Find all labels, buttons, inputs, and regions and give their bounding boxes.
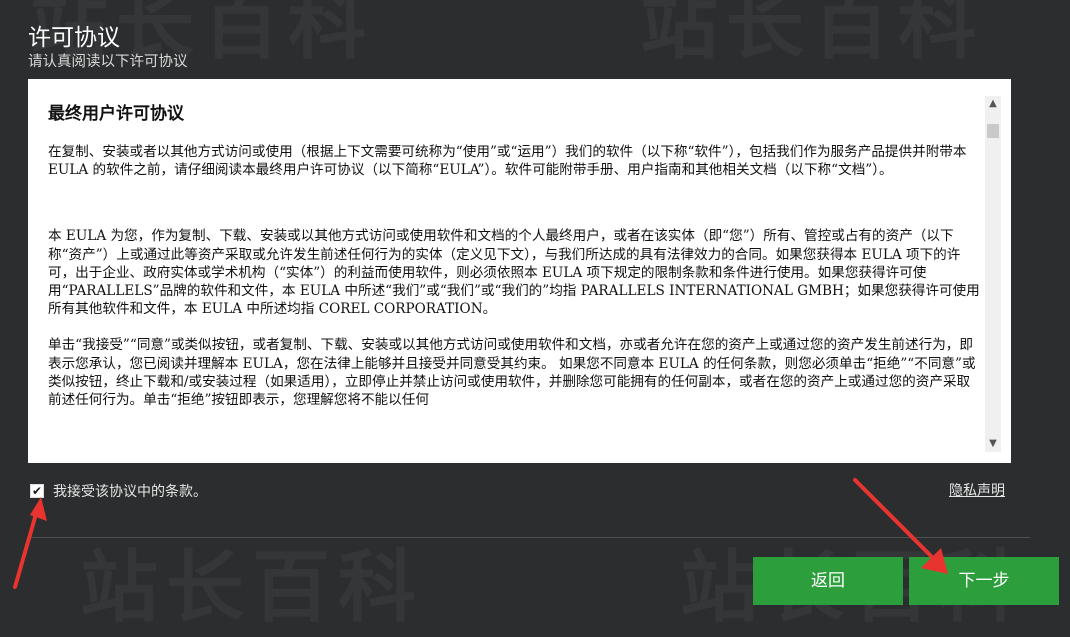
next-button[interactable]: 下一步 xyxy=(909,557,1059,605)
privacy-statement-link[interactable]: 隐私声明 xyxy=(949,480,1005,500)
license-document: 最终用户许可协议 在复制、安装或者以其他方式访问或使用（根据上下文需要可统称为“… xyxy=(48,103,980,409)
scroll-down-icon[interactable]: ▼ xyxy=(985,436,1001,452)
back-button[interactable]: 返回 xyxy=(753,557,903,605)
watermark-text: 站长百科 xyxy=(640,0,984,74)
accept-terms-checkbox[interactable]: ✔ 我接受该协议中的条款。 xyxy=(30,481,207,501)
license-paragraph: 本 EULA 为您，作为复制、下载、安装或以其他方式访问或使用软件和文档的个人最… xyxy=(48,228,980,318)
divider xyxy=(30,537,1030,538)
scroll-up-icon[interactable]: ▲ xyxy=(985,96,1001,112)
page-title: 许可协议 xyxy=(28,25,120,51)
page-subtitle: 请认真阅读以下许可协议 xyxy=(28,54,188,70)
license-paragraph: 在复制、安装或者以其他方式访问或使用（根据上下文需要可统称为“使用”或“运用”）… xyxy=(48,144,967,179)
license-heading: 最终用户许可协议 xyxy=(48,104,184,124)
annotation-arrow-icon xyxy=(13,497,47,589)
license-text-panel[interactable]: 最终用户许可协议 在复制、安装或者以其他方式访问或使用（根据上下文需要可统称为“… xyxy=(28,79,1011,463)
accept-terms-label[interactable]: 我接受该协议中的条款。 xyxy=(53,481,207,501)
watermark-text: 站长百科 xyxy=(80,525,424,637)
checkbox-check-icon[interactable]: ✔ xyxy=(30,484,44,498)
license-paragraph: 单击“我接受”“同意”或类似按钮，或者复制、下载、安装或以其他方式访问或使用软件… xyxy=(48,337,976,409)
vertical-scrollbar[interactable]: ▲ ▼ xyxy=(985,96,1001,452)
scroll-thumb[interactable] xyxy=(987,124,999,138)
